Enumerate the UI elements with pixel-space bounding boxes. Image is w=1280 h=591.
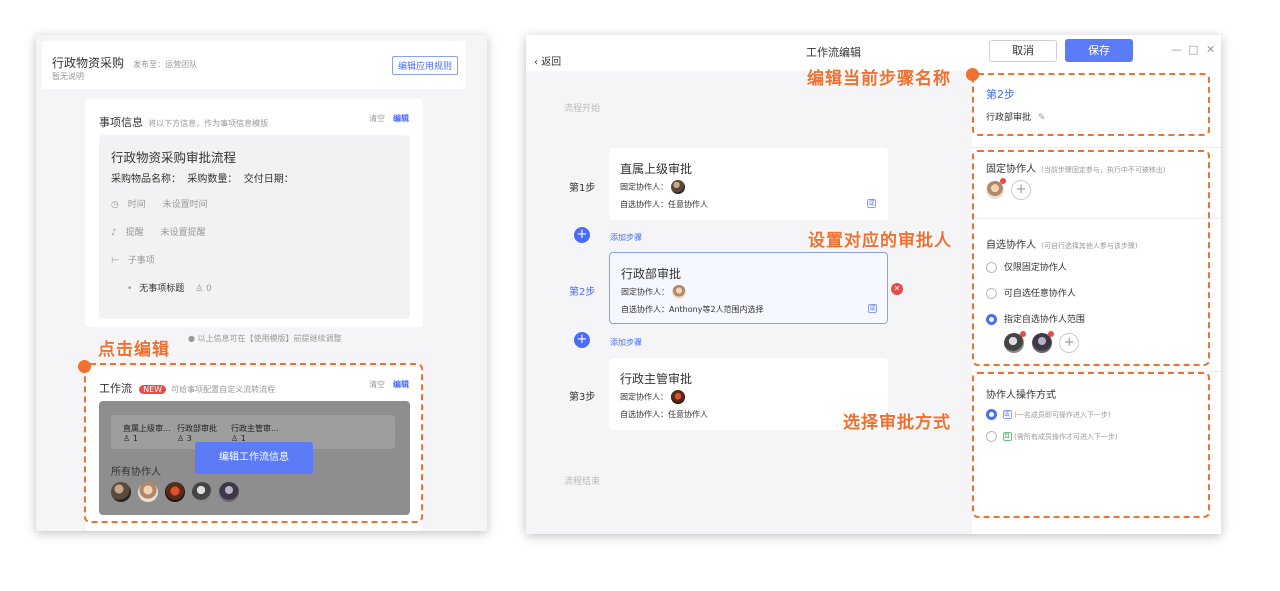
subitem-count: 0 [206,284,212,294]
item-info-section: 事项信息 将以下方信息，作为事项信息模版 清空 编辑 行政物资采购审批流程 采购… [85,99,423,327]
callout-step-name: 编辑当前步骤名称 [807,69,951,89]
item-template-box: 行政物资采购审批流程 采购物品名称： 采购数量： 交付日期： ◷ 时间 未设置时… [99,135,410,319]
item-info-hint: 将以下方信息，作为事项信息模版 [148,119,269,128]
flow-end-label: 流程结束 [564,477,601,487]
add-step-link-2[interactable]: 添加步骤 [610,337,642,348]
method-highlight-box [972,372,1210,518]
info-icon: ● [188,334,195,343]
step-name: 直属上级审批 [620,162,693,176]
minimize-icon[interactable]: — [1171,43,1182,56]
step-2-label: 第2步 [569,287,596,298]
or-tag: 或 [868,304,877,313]
clock-icon: ◷ [111,200,119,210]
fixed-label: 固定协作人： [621,287,669,297]
close-icon[interactable]: ✕ [1206,43,1215,56]
optional-label: 自选协作人：任意协作人 [620,200,708,209]
or-tag: 或 [867,199,876,208]
avatar [670,390,685,404]
flow-start-label: 流程开始 [564,104,601,114]
step-name: 行政主管审批 [620,372,693,386]
save-button[interactable]: 保存 [1065,39,1133,62]
item-info-edit-button[interactable]: 编辑 [393,113,409,124]
process-title: 行政物资采购审批流程 [111,150,237,165]
workflow-highlight-box [84,363,423,523]
optional-label: 自选协作人：任意协作人 [620,410,708,419]
add-step-link-1[interactable]: 添加步骤 [610,232,642,243]
add-step-button-2[interactable]: + [574,332,590,348]
subitem-title: 无事项标题 [139,284,185,294]
chevron-left-icon: ‹ [534,57,538,68]
callout-approver: 设置对应的审批人 [808,231,952,251]
cancel-button[interactable]: 取消 [989,40,1057,62]
approver-highlight-box [972,150,1210,366]
fixed-label: 固定协作人： [620,182,668,192]
step-name: 行政部审批 [621,267,682,281]
app-header: 行政物资采购 发布至：运营团队 暂无说明 编辑应用规则 [42,41,466,89]
item-info-title: 事项信息 [99,116,143,129]
bell-icon: ♪ [111,228,117,238]
avatar [670,180,685,194]
time-label: 时间 [127,200,146,210]
optional-label: 自选协作人：Anthony等2人范围内选择 [621,305,764,314]
app-title: 行政物资采购 [52,56,125,70]
edit-rules-button[interactable]: 编辑应用规则 [392,56,459,75]
step-2-card[interactable]: 行政部审批 固定协作人： 自选协作人：Anthony等2人范围内选择 或 [609,252,888,324]
subitem-icon: ⊢ [111,256,119,266]
callout-method: 选择审批方式 [843,413,951,433]
publish-target: 发布至：运营团队 [133,60,198,69]
back-button[interactable]: ‹ 返回 [534,53,561,68]
template-footer-note: 以上信息可在【使用模版】前提继续调整 [197,334,342,343]
annotation-dot [78,360,91,373]
app-description: 暂无说明 [52,72,84,81]
step-name-highlight-box [972,73,1210,136]
editor-title: 工作流编辑 [806,46,861,59]
remind-label: 提醒 [125,228,144,238]
remind-value: 未设置提醒 [160,228,206,238]
item-info-clear-button[interactable]: 清空 [369,113,385,124]
subitem-label: 子事项 [127,256,155,266]
callout-click-edit: 点击编辑 [98,340,170,360]
step-3-label: 第3步 [569,392,596,403]
avatar [671,285,686,299]
delete-step-icon[interactable]: ✕ [891,283,903,295]
person-icon: ♙ [195,284,204,294]
maximize-icon[interactable]: □ [1188,43,1198,56]
time-value: 未设置时间 [162,200,208,210]
step-1-label: 第1步 [569,183,596,194]
template-fields: 采购物品名称： 采购数量： 交付日期： [111,174,294,185]
annotation-dot [966,68,979,81]
fixed-label: 固定协作人： [620,392,668,402]
add-step-button-1[interactable]: + [574,227,590,243]
bullet-icon: • [127,284,133,294]
step-1-card[interactable]: 直属上级审批 固定协作人： 自选协作人：任意协作人 或 [609,148,888,220]
